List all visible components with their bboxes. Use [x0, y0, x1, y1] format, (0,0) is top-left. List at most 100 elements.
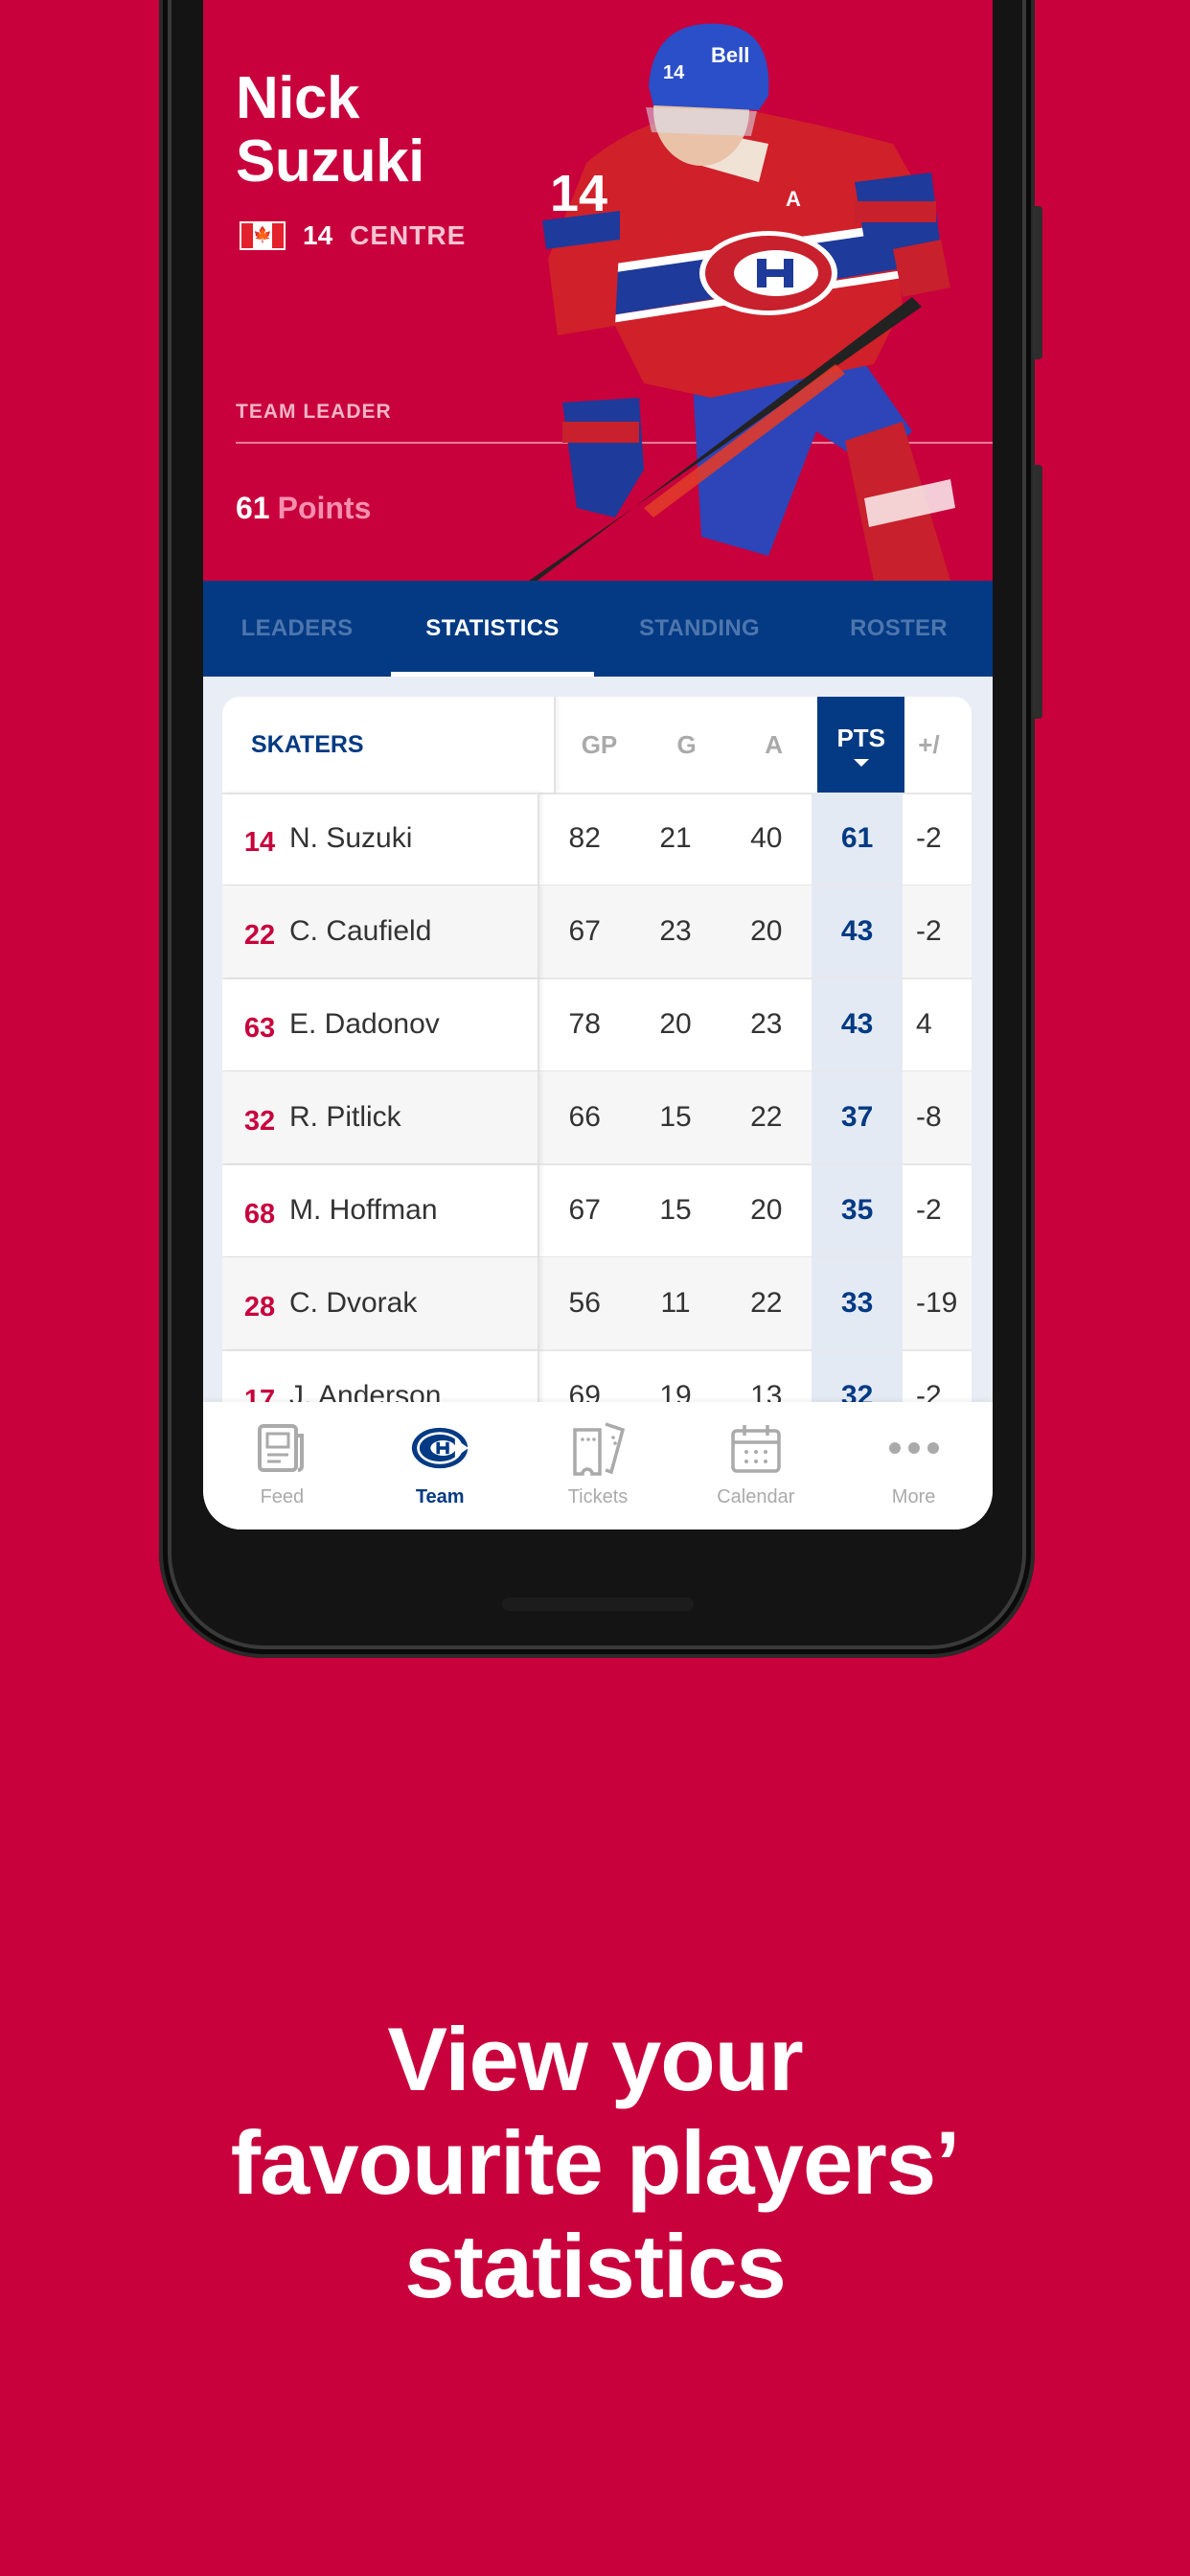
plus-minus: -2	[915, 822, 942, 854]
nav-team-label: Team	[415, 1486, 465, 1507]
assists: 20	[750, 1194, 783, 1226]
goals: 23	[659, 915, 692, 947]
svg-text:Bell: Bell	[711, 43, 749, 67]
points: 61	[812, 793, 903, 885]
player-meta: 🍁 14 CENTRE	[240, 220, 466, 251]
jersey-number: 63	[243, 1012, 276, 1044]
tab-standing[interactable]: STANDING	[594, 581, 805, 677]
player-cell: 68 M. Hoffman	[222, 1164, 539, 1256]
plus-minus: 4	[915, 1008, 932, 1040]
caption-line-3: statistics	[404, 2216, 787, 2316]
goals: 15	[659, 1101, 692, 1133]
assists: 22	[750, 1287, 783, 1319]
table-row[interactable]: 22 C. Caufield 67 23 20 43 -2	[222, 886, 972, 979]
player-cell: 14 N. Suzuki	[222, 793, 539, 885]
player-hero: Nick Suzuki 🍁 14 CENTRE TEAM LEADER 61 Po…	[203, 0, 993, 581]
caption-line-1: View your	[387, 2009, 803, 2109]
table-row[interactable]: 32 R. Pitlick 66 15 22 37 -8	[222, 1071, 972, 1165]
table-row[interactable]: 63 E. Dadonov 78 20 23 43 4	[222, 978, 972, 1072]
app-screen: Nick Suzuki 🍁 14 CENTRE TEAM LEADER 61 Po…	[203, 0, 993, 1530]
points: 37	[812, 1071, 903, 1163]
nav-tickets-label: Tickets	[567, 1486, 629, 1507]
player-name[interactable]: N. Suzuki	[289, 822, 412, 855]
player-cell: 22 C. Caufield	[222, 886, 539, 978]
column-header-gp[interactable]: GP	[556, 730, 643, 760]
plus-minus: -8	[915, 1101, 942, 1133]
player-name[interactable]: M. Hoffman	[289, 1194, 438, 1227]
games-played: 56	[568, 1287, 601, 1319]
player-number: 14	[303, 220, 333, 250]
nav-calendar-label: Calendar	[717, 1486, 795, 1507]
column-header-g[interactable]: G	[643, 730, 730, 760]
nav-more[interactable]: More	[835, 1402, 993, 1530]
jersey-number: 22	[243, 919, 276, 951]
team-leader-stat: 61 Points	[236, 491, 371, 526]
player-cell: 28 C. Dvorak	[222, 1257, 539, 1349]
tab-roster[interactable]: ROSTER	[805, 581, 993, 677]
jersey-number: 14	[243, 826, 276, 858]
plus-minus: -2	[915, 915, 942, 947]
team-leader-label: TEAM LEADER	[236, 401, 392, 423]
sort-descending-icon	[853, 758, 869, 767]
nav-team[interactable]: Team	[361, 1402, 519, 1530]
assists: 22	[750, 1101, 783, 1133]
games-played: 82	[568, 822, 601, 854]
player-name[interactable]: R. Pitlick	[289, 1101, 401, 1134]
table-row[interactable]: 14 N. Suzuki 82 21 40 61 -2	[222, 793, 972, 886]
table-header: SKATERS GP G A PTS +/	[222, 697, 972, 794]
tickets-icon	[569, 1419, 627, 1477]
column-header-pts-label: PTS	[836, 723, 886, 752]
phone-volume-button	[1033, 465, 1042, 719]
player-name[interactable]: C. Dvorak	[289, 1287, 417, 1320]
goals: 21	[659, 822, 692, 854]
player-photo: 14 14 Bell A	[529, 23, 955, 581]
plus-minus: -19	[915, 1287, 958, 1319]
tab-leaders[interactable]: LEADERS	[203, 581, 391, 677]
team-logo-icon	[411, 1419, 469, 1477]
games-played: 67	[568, 915, 601, 947]
nav-tickets[interactable]: Tickets	[519, 1402, 677, 1530]
goals: 15	[659, 1194, 692, 1226]
column-header-plus-minus[interactable]: +/	[904, 730, 972, 760]
promo-caption: View your favourite players’ statistics	[0, 2008, 1190, 2318]
newspaper-icon	[253, 1419, 310, 1477]
home-indicator	[502, 1598, 694, 1611]
assists: 40	[750, 822, 783, 854]
jersey-number: 68	[243, 1198, 276, 1230]
table-row[interactable]: 68 M. Hoffman 67 15 20 35 -2	[222, 1164, 972, 1258]
points: 33	[812, 1257, 903, 1349]
table-row[interactable]: 28 C. Dvorak 56 11 22 33 -19	[222, 1257, 972, 1351]
points: 35	[812, 1164, 903, 1256]
column-header-pts[interactable]: PTS	[817, 697, 905, 793]
section-tabs: LEADERS STATISTICS STANDING ROSTER	[203, 581, 993, 677]
games-played: 67	[568, 1194, 601, 1226]
player-last-name: Suzuki	[236, 128, 424, 195]
calendar-icon	[727, 1419, 785, 1477]
jersey-number: 28	[243, 1291, 276, 1322]
tab-statistics[interactable]: STATISTICS	[391, 581, 594, 677]
goals: 20	[659, 1008, 692, 1040]
player-cell: 32 R. Pitlick	[222, 1071, 539, 1163]
nav-more-label: More	[891, 1486, 936, 1507]
points: 43	[812, 886, 903, 978]
points: 43	[812, 978, 903, 1070]
phone-power-button	[1033, 206, 1042, 359]
plus-minus: -2	[915, 1194, 942, 1226]
player-name[interactable]: E. Dadonov	[289, 1008, 440, 1041]
nav-calendar[interactable]: Calendar	[676, 1402, 835, 1530]
jersey-number: 32	[243, 1105, 276, 1137]
canada-flag-icon: 🍁	[240, 221, 286, 250]
player-cell: 63 E. Dadonov	[222, 978, 539, 1070]
assists: 23	[750, 1008, 783, 1040]
caption-line-2: favourite players’	[230, 2112, 960, 2213]
nav-feed-label: Feed	[260, 1486, 305, 1507]
svg-text:14: 14	[550, 165, 607, 222]
player-name[interactable]: C. Caufield	[289, 915, 431, 948]
svg-text:A: A	[786, 187, 801, 211]
games-played: 78	[568, 1008, 601, 1040]
assists: 20	[750, 915, 783, 947]
column-header-a[interactable]: A	[730, 730, 817, 760]
games-played: 66	[568, 1101, 601, 1133]
player-position: CENTRE	[350, 220, 467, 250]
nav-feed[interactable]: Feed	[203, 1402, 361, 1530]
